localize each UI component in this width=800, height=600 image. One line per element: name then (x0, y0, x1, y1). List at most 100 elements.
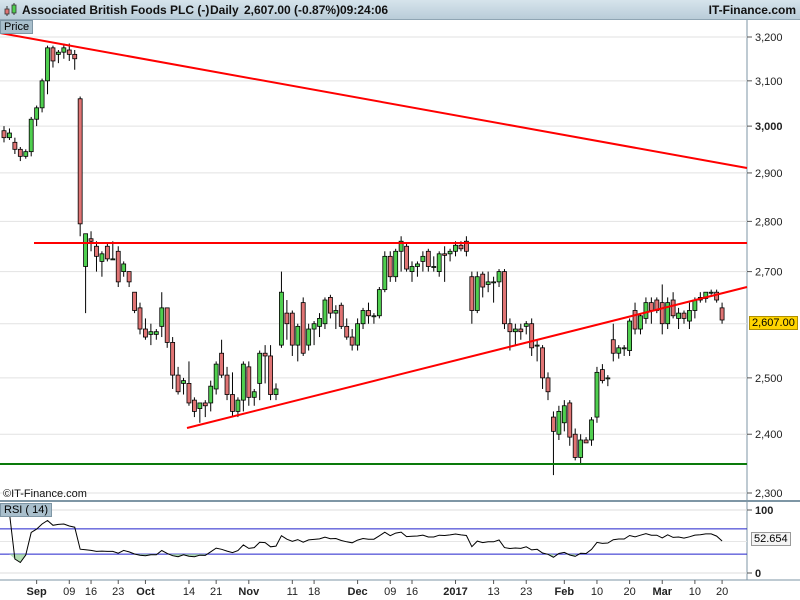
candle-body (45, 47, 50, 82)
y-tick-label: 2,900 (755, 168, 783, 180)
candle-body (230, 394, 235, 412)
candle-body (143, 328, 148, 338)
x-tick-label: Mar (652, 586, 672, 598)
x-tick-label: 09 (63, 586, 75, 598)
candle-body (676, 312, 681, 319)
candle-body (349, 336, 355, 346)
candle-body (480, 273, 486, 288)
candle-body (88, 238, 94, 242)
candle-body (692, 299, 698, 311)
candle-body (572, 433, 578, 458)
candle-body (148, 331, 154, 335)
candle-body (17, 148, 23, 157)
candle-body (496, 271, 502, 283)
candle-body (551, 416, 556, 432)
candle-body (295, 325, 301, 346)
candle-body (409, 266, 415, 272)
candle-body (632, 310, 638, 330)
candle-body (197, 402, 203, 409)
candle-body (474, 276, 480, 311)
rsi-pane-label: RSI ( 14) (0, 503, 53, 517)
candle-body (638, 315, 643, 330)
x-tick-label: 23 (520, 586, 532, 598)
candle-body (447, 250, 453, 255)
candle-body (436, 253, 442, 272)
candle-body (420, 255, 426, 262)
candle-body (594, 371, 600, 418)
candle-body (262, 352, 268, 357)
candle-body (621, 347, 627, 350)
candle-body (507, 323, 513, 333)
candle-body (77, 98, 83, 225)
candle-body (208, 385, 214, 404)
candle-body (366, 310, 371, 317)
candle-body (137, 307, 143, 330)
candle-body (240, 363, 246, 401)
x-tick-label: Feb (555, 586, 575, 598)
candle-body (425, 250, 431, 267)
candle-body (181, 380, 186, 384)
candle-body (175, 374, 181, 393)
x-tick-label: 20 (623, 586, 635, 598)
candle-body (170, 342, 176, 376)
candle-body (393, 250, 399, 278)
candle-body (485, 281, 491, 285)
candle-body (670, 299, 676, 317)
x-tick-label: 09 (384, 586, 396, 598)
y-tick-label: 2,800 (755, 216, 783, 228)
candle-body (279, 291, 284, 346)
candle-body (159, 307, 165, 327)
y-tick-label: 2,700 (755, 267, 783, 279)
chart-canvas: 3,200 3,100 3,000 2,900 2,800 2,700 2,500 2,400… (0, 20, 800, 598)
candle-body (540, 347, 545, 379)
candle-body (61, 47, 67, 53)
x-tick-label: 23 (112, 586, 124, 598)
candle-body (284, 312, 290, 325)
candle-body (556, 411, 562, 435)
candle-body (545, 377, 551, 393)
candle-body (219, 352, 225, 376)
x-tick-label: 10 (689, 586, 701, 598)
candle-body (289, 312, 295, 346)
candle-body (39, 80, 45, 109)
candle-body (186, 383, 192, 404)
x-tick-label: Nov (238, 586, 260, 598)
candle-body (50, 47, 56, 62)
candle-body (224, 374, 230, 395)
candle-body (300, 302, 306, 354)
candle-body (600, 369, 605, 382)
candle-body (387, 255, 393, 278)
candle-body (687, 310, 692, 322)
candle-body (104, 245, 110, 260)
candle-body (251, 391, 257, 398)
candle-body (317, 318, 322, 327)
candle-body (605, 377, 611, 380)
candle-body (561, 405, 567, 424)
candle-body (719, 307, 725, 321)
candle-body (66, 49, 72, 55)
candle-body (355, 323, 361, 346)
candle-body (213, 363, 219, 390)
candle-body (512, 328, 518, 333)
candle-body (415, 263, 420, 267)
candle-body (110, 258, 116, 261)
candle-body (518, 328, 524, 333)
candle-body (23, 151, 29, 157)
candle-body (322, 299, 328, 325)
candle-body (268, 355, 273, 395)
candle-body (12, 141, 18, 150)
candle-body (578, 439, 584, 458)
candle-body (327, 297, 333, 314)
candle-body (610, 339, 616, 354)
candle-body (376, 289, 382, 317)
candle-body (115, 250, 121, 283)
candle-body (34, 107, 40, 120)
candle-body (311, 323, 317, 330)
candle-body (431, 266, 437, 268)
candle-body (534, 344, 540, 347)
x-tick-label: 14 (183, 586, 195, 598)
candle-body (442, 253, 448, 256)
x-tick-label: 20 (716, 586, 728, 598)
x-tick-label: 11 (287, 586, 298, 598)
candle-body (360, 310, 366, 325)
